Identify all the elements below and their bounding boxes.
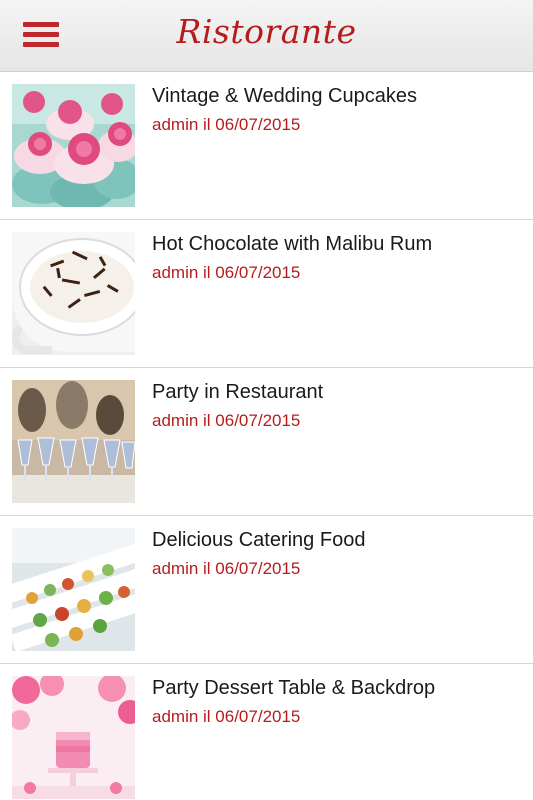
post-thumbnail (12, 84, 135, 207)
app-title: Ristorante (176, 12, 357, 51)
post-item[interactable]: Party Dessert Table & Backdrop admin il … (0, 664, 533, 800)
post-meta: admin il 06/07/2015 (152, 263, 301, 282)
post-title: Delicious Catering Food (152, 529, 366, 551)
post-thumbnail (12, 528, 135, 651)
post-meta: admin il 06/07/2015 (152, 115, 301, 134)
post-item[interactable]: Delicious Catering Food admin il 06/07/2… (0, 516, 533, 664)
post-item[interactable]: Vintage & Wedding Cupcakes admin il 06/0… (0, 72, 533, 220)
post-thumbnail (12, 232, 135, 355)
post-title: Hot Chocolate with Malibu Rum (152, 233, 433, 255)
post-thumbnail (12, 676, 135, 799)
post-list: Vintage & Wedding Cupcakes admin il 06/0… (0, 72, 533, 800)
post-meta: admin il 06/07/2015 (152, 411, 301, 430)
post-meta: admin il 06/07/2015 (152, 559, 301, 578)
post-item[interactable]: Party in Restaurant admin il 06/07/2015 (0, 368, 533, 516)
post-title: Vintage & Wedding Cupcakes (152, 85, 417, 107)
post-meta: admin il 06/07/2015 (152, 707, 301, 726)
post-thumbnail (12, 380, 135, 503)
post-title: Party Dessert Table & Backdrop (152, 677, 436, 699)
post-item[interactable]: Hot Chocolate with Malibu Rum admin il 0… (0, 220, 533, 368)
app-header: Ristorante (0, 0, 533, 72)
post-title: Party in Restaurant (152, 381, 324, 403)
